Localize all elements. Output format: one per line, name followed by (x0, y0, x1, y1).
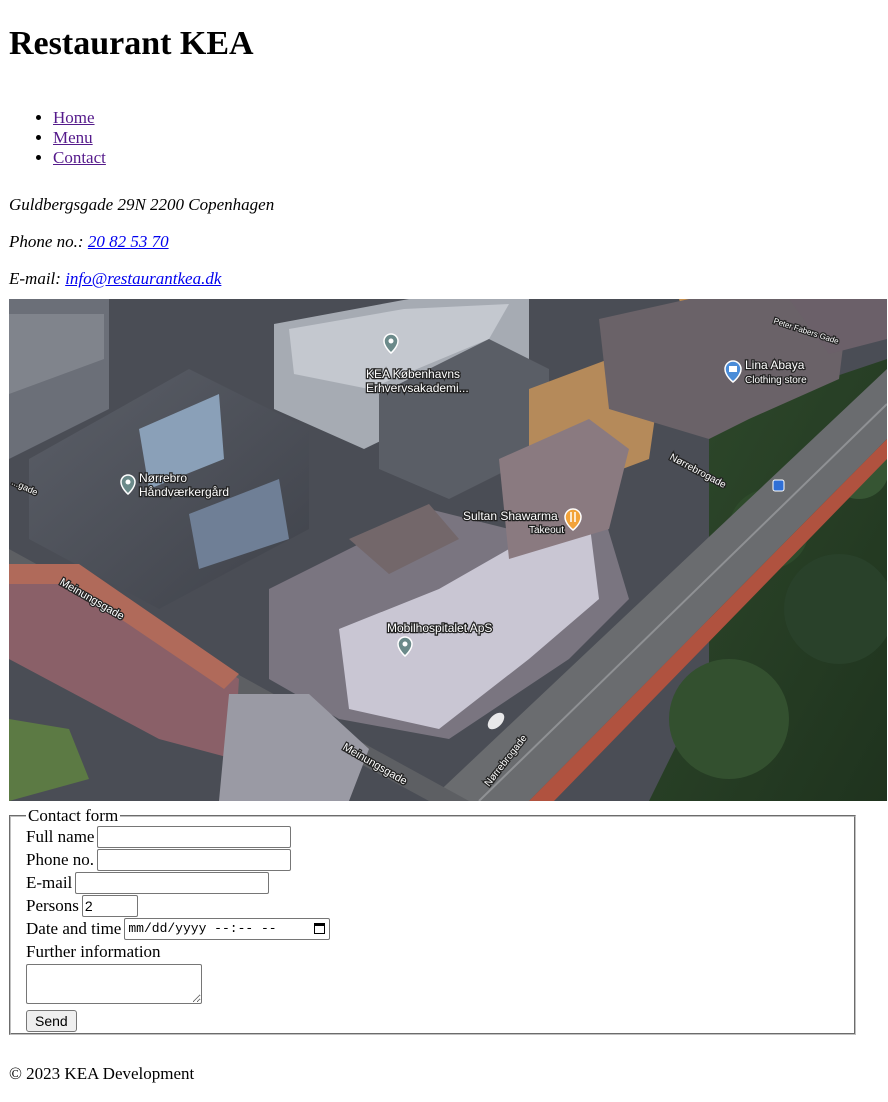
full-name-label: Full name (26, 827, 95, 846)
email-label: E-mail: (9, 269, 66, 288)
datetime-label: Date and time (26, 919, 122, 938)
map-label-lina: Lina Abaya (745, 358, 805, 372)
persons-input[interactable] (81, 895, 138, 917)
persons-label: Persons (26, 896, 79, 915)
main-nav: Home Menu Contact (9, 108, 879, 168)
email-row: E-mail (26, 871, 854, 894)
phone-line: Phone no.: 20 82 53 70 (9, 231, 879, 253)
map-label-lina-2: Clothing store (745, 375, 807, 386)
nav-item-menu: Menu (53, 128, 879, 148)
map-label-mobil: Mobilhospitalet ApS (387, 621, 492, 635)
nav-link-menu[interactable]: Menu (53, 128, 93, 147)
phone-row: Phone no. (26, 848, 854, 871)
map-label-norrebro-hv-2: Håndværkergård (139, 485, 229, 499)
datetime-row: Date and time mm/dd/yyyy --:-- -- (26, 917, 854, 940)
address-text: Guldbergsgade 29N 2200 Copenhagen (9, 195, 275, 214)
nav-item-home: Home (53, 108, 879, 128)
datetime-placeholder: mm/dd/yyyy --:-- -- (128, 921, 277, 936)
map-image: KEA Københavns Erhvervsakademi... Lina A… (9, 299, 887, 801)
map-label-kea-2: Erhvervsakademi... (366, 381, 469, 395)
contact-form: Contact form Full name Phone no. E-mail … (9, 807, 856, 1035)
footer-copyright: © 2023 KEA Development (9, 1064, 195, 1083)
nav-link-contact[interactable]: Contact (53, 148, 106, 167)
persons-row: Persons (26, 894, 854, 917)
map-label-norrebro-hv: Nørrebro (139, 471, 187, 485)
form-legend: Contact form (28, 806, 119, 825)
email-link[interactable]: info@restaurantkea.dk (65, 269, 221, 288)
calendar-icon[interactable] (314, 923, 326, 934)
phone-link[interactable]: 20 82 53 70 (88, 232, 169, 251)
phone-input[interactable] (97, 849, 291, 871)
map-label-sultan: Sultan Shawarma (463, 509, 558, 523)
phone-label: Phone no.: (9, 232, 88, 251)
nav-link-home[interactable]: Home (53, 108, 95, 127)
nav-item-contact: Contact (53, 148, 879, 168)
send-button[interactable]: Send (26, 1010, 77, 1032)
further-info-label: Further information (26, 942, 161, 961)
full-name-input[interactable] (97, 826, 292, 848)
email-line: E-mail: info@restaurantkea.dk (9, 268, 879, 290)
tree-cluster (669, 659, 789, 779)
email-input[interactable] (75, 872, 270, 894)
phone-field-label: Phone no. (26, 850, 94, 869)
page-title: Restaurant KEA (9, 25, 254, 62)
map-label-kea: KEA Københavns (366, 367, 460, 381)
further-info-row: Further information (26, 940, 854, 963)
map-label-sultan-2: Takeout (529, 525, 564, 536)
email-field-label: E-mail (26, 873, 73, 892)
further-info-textarea[interactable] (26, 964, 202, 1004)
page: Restaurant KEA Home Menu Contact Guldber… (0, 22, 888, 290)
satellite-map[interactable]: KEA Københavns Erhvervsakademi... Lina A… (9, 299, 887, 801)
full-name-row: Full name (26, 825, 854, 848)
datetime-input[interactable]: mm/dd/yyyy --:-- -- (124, 918, 331, 940)
bus-stop-icon[interactable] (772, 479, 785, 492)
